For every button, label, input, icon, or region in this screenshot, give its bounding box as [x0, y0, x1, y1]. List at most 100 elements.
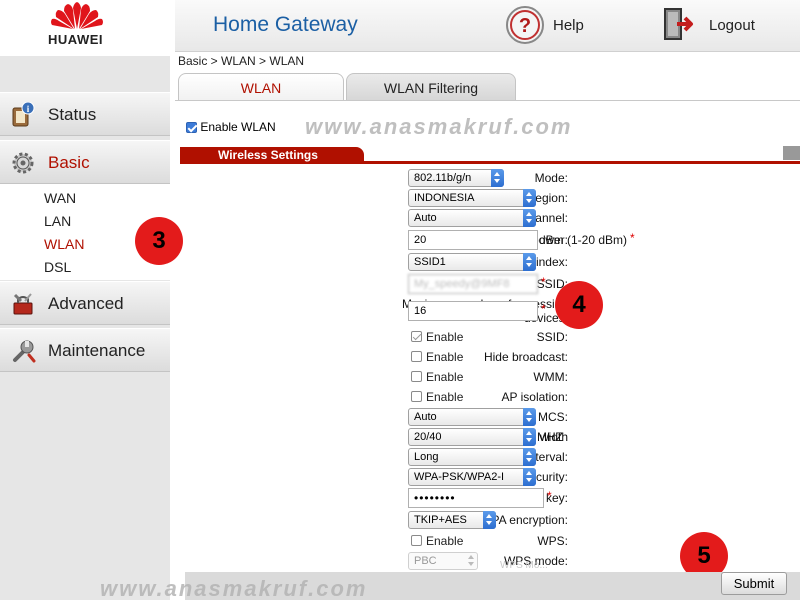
enable-wlan-label: Enable WLAN: [200, 120, 276, 134]
ssid-enable-label: SSID:: [536, 330, 568, 344]
ap-isolation-checkbox[interactable]: Enable: [411, 390, 463, 404]
hide-broadcast-checkbox[interactable]: Enable: [411, 350, 463, 364]
checkbox-checked-icon: [411, 331, 422, 342]
ssid-name-row: SSID: My_speedy@9MF8 *: [180, 274, 800, 294]
wps-mode-value: PBC: [414, 555, 437, 567]
wpa-encryption-value: TKIP+AES: [414, 514, 467, 526]
select-arrow-icon: [523, 428, 536, 446]
sidebar-item-label: Maintenance: [48, 341, 146, 360]
breadcrumb: Basic > WLAN > WLAN: [178, 54, 305, 68]
ssid-input[interactable]: My_speedy@9MF8: [408, 274, 538, 294]
tab-wlan[interactable]: WLAN: [178, 73, 344, 101]
security-row: Security: WPA-PSK/WPA2-I: [180, 467, 800, 487]
sidebar-item-basic[interactable]: Basic: [0, 140, 170, 184]
wps-option: Enable: [426, 534, 464, 548]
sidebar-item-label: Basic: [48, 153, 90, 172]
mcs-label: MCS:: [538, 410, 568, 424]
logo-text: HUAWEI: [48, 32, 103, 47]
ssid-enable-checkbox[interactable]: Enable: [411, 330, 463, 344]
region-select[interactable]: INDONESIA: [408, 189, 536, 207]
select-arrow-icon: [523, 189, 536, 207]
checkbox-icon: [411, 351, 422, 362]
ssid-index-row: SSID index: SSID1: [180, 252, 800, 272]
wmm-option: Enable: [426, 370, 464, 384]
band-width-unit: MHZ: [537, 430, 563, 444]
required-marker: *: [541, 275, 546, 289]
select-arrow-icon: [523, 209, 536, 227]
wmm-label: WMM:: [533, 370, 568, 384]
enable-wlan-checkbox[interactable]: Enable WLAN: [186, 120, 276, 136]
hide-broadcast-option: Enable: [426, 350, 464, 364]
watermark-bottom: www.anasmakruf.com: [100, 576, 368, 600]
band-width-select[interactable]: 20/40: [408, 428, 536, 446]
mode-select[interactable]: 802.11b/g/n: [408, 169, 504, 187]
guard-interval-row: Guard interval: Long: [180, 447, 800, 467]
region-row: Region: INDONESIA: [180, 188, 800, 208]
wps-mode-select[interactable]: PBC: [408, 552, 478, 570]
logout-button[interactable]: Logout: [663, 5, 773, 45]
ssid-enable-option: Enable: [426, 330, 464, 344]
maintenance-wrench-icon: [13, 340, 36, 363]
wpa-key-input[interactable]: ••••••••: [408, 488, 544, 508]
status-icon: i: [12, 102, 35, 127]
ssid-enable-row: SSID: Enable: [180, 327, 800, 347]
step-badge-3: 3: [135, 217, 183, 265]
checkbox-icon: [411, 535, 422, 546]
help-question-icon: ?: [506, 6, 544, 44]
wps-label: WPS:: [537, 534, 568, 548]
select-arrow-icon: [491, 169, 504, 187]
security-select[interactable]: WPA-PSK/WPA2-I: [408, 468, 536, 486]
transmit-power-input[interactable]: 20: [408, 230, 538, 250]
select-arrow-icon: [523, 468, 536, 486]
ap-isolation-option: Enable: [426, 390, 464, 404]
wpa-key-row: WPA pre-shared key: •••••••• *: [180, 488, 800, 508]
channel-value: Auto: [414, 212, 437, 224]
ssid-index-select[interactable]: SSID1: [408, 253, 536, 271]
huawei-logo-icon: [51, 2, 103, 29]
step-badge-4: 4: [555, 281, 603, 329]
guard-interval-value: Long: [414, 451, 439, 463]
ap-isolation-row: AP isolation: Enable: [180, 387, 800, 407]
checkbox-icon: [411, 371, 422, 382]
select-arrow-icon: [465, 552, 478, 570]
wpa-encryption-select[interactable]: TKIP+AES: [408, 511, 496, 529]
wmm-row: WMM: Enable: [180, 367, 800, 387]
submit-button[interactable]: Submit: [721, 572, 787, 595]
mcs-value: Auto: [414, 411, 437, 423]
mcs-select[interactable]: Auto: [408, 408, 536, 426]
wmm-checkbox[interactable]: Enable: [411, 370, 463, 384]
checkbox-icon: [411, 391, 422, 402]
select-arrow-icon: [483, 511, 496, 529]
transmit-power-row: Transmit power: 20 dBm (1-20 dBm) *: [180, 230, 800, 250]
sidebar: HUAWEI i Status Basic WAN LAN WLAN DSL A…: [0, 0, 170, 600]
select-arrow-icon: [523, 408, 536, 426]
band-width-row: Band width 20/40 MHZ: [180, 427, 800, 447]
advanced-tools-icon: [13, 293, 33, 315]
watermark-top: www.anasmakruf.com: [305, 114, 573, 139]
sidebar-item-label: Status: [48, 105, 97, 124]
section-title: Wireless Settings: [180, 147, 364, 164]
hide-broadcast-row: Hide broadcast: Enable: [180, 347, 800, 367]
max-devices-row: Maximum number of accessingdevices: 16 *: [180, 297, 800, 325]
wps-checkbox[interactable]: Enable: [411, 534, 463, 548]
ghost-text: WPS Mo...: [500, 560, 548, 571]
logout-label: Logout: [709, 17, 755, 34]
sidebar-item-status[interactable]: i Status: [0, 92, 170, 136]
ssid-index-value: SSID1: [414, 256, 446, 268]
band-width-value: 20/40: [414, 431, 442, 443]
guard-interval-select[interactable]: Long: [408, 448, 536, 466]
region-value: INDONESIA: [414, 192, 475, 204]
channel-select[interactable]: Auto: [408, 209, 536, 227]
max-devices-input[interactable]: 16: [408, 301, 538, 321]
sidebar-item-advanced[interactable]: Advanced: [0, 281, 170, 325]
logout-door-icon: [664, 8, 693, 40]
required-marker: *: [630, 231, 635, 245]
sidebar-item-maintenance[interactable]: Maintenance: [0, 328, 170, 372]
sidebar-subitem-wan[interactable]: WAN: [0, 187, 170, 209]
mode-value: 802.11b/g/n: [414, 172, 472, 184]
wpa-encryption-row: WPA encryption: TKIP+AES: [180, 510, 800, 530]
mode-row: Mode: 802.11b/g/n: [180, 168, 800, 188]
help-button[interactable]: ? Help: [505, 5, 595, 45]
mode-label: Mode:: [534, 171, 568, 185]
tab-wlan-filtering[interactable]: WLAN Filtering: [346, 73, 516, 101]
